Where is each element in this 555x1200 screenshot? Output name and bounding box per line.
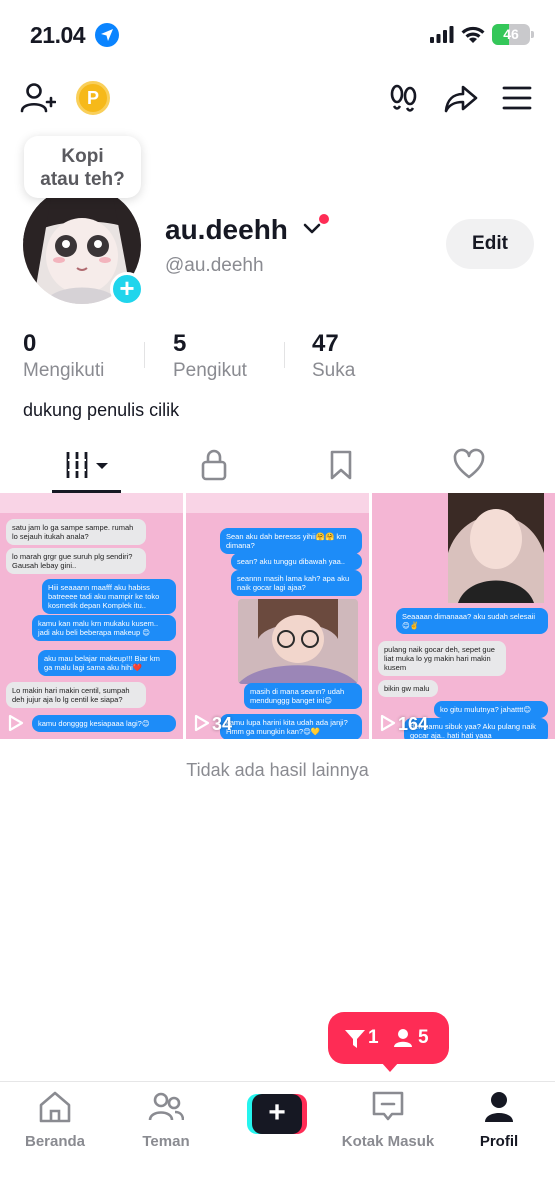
chat-bubble: Lo makin hari makin centil, sumpah deh j…: [6, 682, 146, 708]
home-icon: [39, 1091, 71, 1123]
stat-value: 5: [173, 330, 187, 357]
friends-icon: [148, 1092, 185, 1121]
heart-icon[interactable]: [453, 448, 485, 482]
stat-label: Suka: [312, 360, 356, 381]
view-count: [8, 714, 26, 735]
stat-value: 0: [23, 330, 37, 357]
nav-friends[interactable]: Teman: [111, 1090, 221, 1150]
activity-notification[interactable]: 1 5: [328, 1012, 449, 1064]
view-count: 164: [380, 714, 428, 735]
chat-bubble: Hiii seaaann maafff aku habiss batreeee …: [42, 579, 176, 614]
stat-label: Pengikut: [173, 360, 247, 381]
battery-icon: 46: [492, 24, 530, 45]
status-time: 21.04: [30, 22, 86, 48]
add-friend-icon[interactable]: [20, 80, 56, 116]
bio: dukung penulis cilik: [23, 400, 180, 420]
chat-bubble: bikin gw malu: [378, 680, 438, 697]
bookmark-icon[interactable]: [328, 448, 354, 482]
inbox-icon: [372, 1091, 404, 1121]
coin-icon[interactable]: P: [76, 81, 110, 115]
nav-profile[interactable]: Profil: [444, 1090, 554, 1150]
footprints-icon[interactable]: [389, 80, 419, 116]
nav-label: Kotak Masuk: [341, 1133, 435, 1150]
stat-following[interactable]: 0 Mengikuti: [23, 330, 104, 382]
chat-bubble: kamu kan malu krn mukaku kusem.. jadi ak…: [32, 615, 176, 641]
chat-bubble: kamu dongggg kesiapaaa lagi?😊: [32, 715, 176, 732]
create-button[interactable]: +: [247, 1094, 307, 1134]
lock-icon[interactable]: [200, 448, 228, 482]
nav-inbox[interactable]: Kotak Masuk: [333, 1090, 443, 1150]
video-thumbnail[interactable]: satu jam lo ga sampe sampe. rumah lo sej…: [0, 493, 183, 739]
video-grid: satu jam lo ga sampe sampe. rumah lo sej…: [0, 493, 555, 739]
chat-bubble: Seaaaan dimanaaa? aku sudah selesaii 😊✌️: [396, 608, 548, 634]
notif-followers-count: 5: [418, 1027, 429, 1048]
chat-bubble: ko gitu mulutnya? jahatttt😊: [434, 701, 548, 718]
stat-value: 47: [312, 330, 339, 357]
signal-icon: [430, 26, 454, 43]
stat-followers[interactable]: 5 Pengikut: [173, 330, 247, 382]
notif-likes-count: 1: [368, 1027, 379, 1048]
note-bubble[interactable]: Kopi atau teh?: [24, 136, 141, 198]
plus-icon: +: [252, 1094, 302, 1134]
menu-icon[interactable]: [502, 80, 532, 116]
username: au.deehh: [165, 214, 288, 245]
chat-bubble: aku mau belajar makeup!!! Biar km ga mal…: [38, 650, 176, 676]
nav-home[interactable]: Beranda: [0, 1090, 110, 1150]
nav-label: Profil: [479, 1133, 519, 1150]
edit-profile-button[interactable]: Edit: [446, 219, 534, 269]
location-arrow-icon: [95, 23, 119, 47]
user-handle: @au.deehh: [165, 255, 264, 276]
chat-bubble: satu jam lo ga sampe sampe. rumah lo sej…: [6, 519, 146, 545]
like-filter-icon: [345, 1030, 365, 1048]
stat-likes[interactable]: 47 Suka: [312, 330, 355, 382]
wifi-icon: [461, 26, 485, 43]
profile-icon: [485, 1092, 513, 1122]
view-count-value: 34: [212, 714, 233, 734]
note-line-1: Kopi: [61, 146, 104, 167]
play-icon: [380, 714, 396, 732]
notification-dot: [319, 214, 329, 224]
videos-grid-icon[interactable]: [65, 448, 111, 482]
nav-label: Beranda: [24, 1133, 86, 1150]
bottom-nav: Beranda Teman + Kotak Masuk Profil: [0, 1081, 555, 1200]
chat-bubble: Sean aku dah beresss yihii🤗🤗 km dimana?: [220, 528, 362, 554]
selfie-photo: [448, 493, 544, 603]
chat-bubble: lo marah grgr gue suruh plg sendiri? Gau…: [6, 548, 146, 574]
battery-level: 46: [503, 26, 519, 42]
status-bar: 21.04 46: [0, 0, 555, 70]
chat-bubble: pulang naik gocar deh, sepet gue liat mu…: [378, 641, 506, 676]
chat-photo: [238, 599, 358, 684]
share-icon[interactable]: [444, 80, 478, 116]
note-line-2: atau teh?: [40, 169, 125, 190]
chat-bubble: seannn masih lama kah? apa aku naik goca…: [231, 570, 362, 596]
chevron-down-icon[interactable]: [303, 222, 321, 236]
view-count-value: 164: [398, 714, 429, 734]
play-icon: [194, 714, 210, 732]
follower-icon: [394, 1029, 412, 1047]
add-story-button[interactable]: +: [110, 272, 144, 306]
no-more-results: Tidak ada hasil lainnya: [186, 760, 369, 780]
chat-bubble: masih di mana seann? udah mendunggg bang…: [244, 683, 362, 709]
view-count: 34: [194, 714, 232, 735]
nav-label: Teman: [142, 1133, 190, 1150]
video-thumbnail[interactable]: Sean aku dah beresss yihii🤗🤗 km dimana? …: [186, 493, 369, 739]
video-thumbnail[interactable]: Seaaaan dimanaaa? aku sudah selesaii 😊✌️…: [372, 493, 555, 739]
stat-label: Mengikuti: [23, 360, 105, 381]
play-icon: [8, 714, 24, 732]
chat-bubble: kamu lupa harini kita udah ada janji? Hm…: [220, 714, 362, 739]
chat-bubble: sean? aku tunggu dibawah yaa..: [231, 553, 362, 570]
